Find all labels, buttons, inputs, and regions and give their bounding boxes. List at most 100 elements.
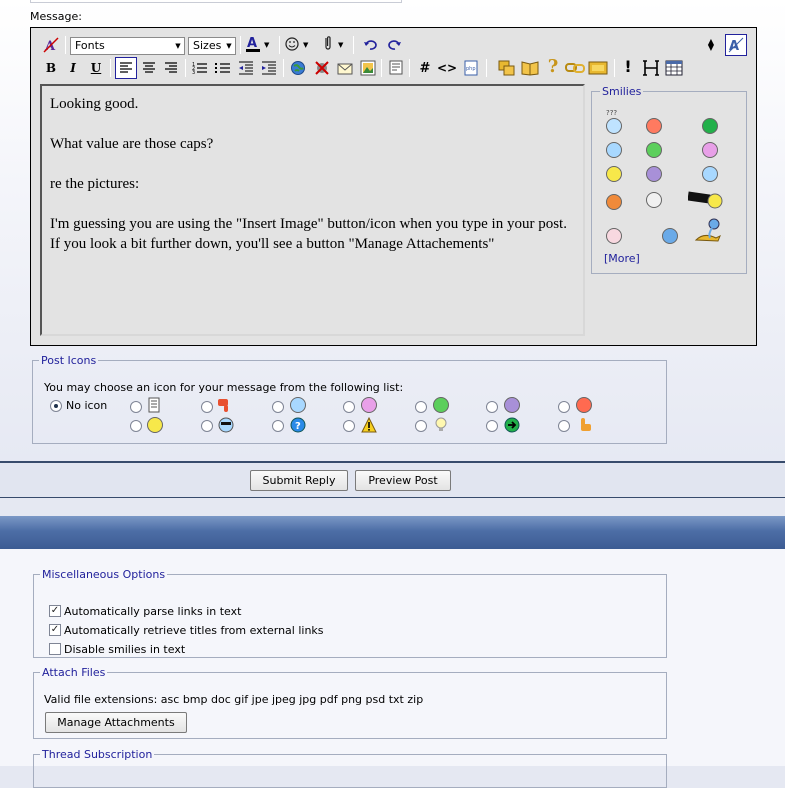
smilies-panel: Smilies ??? [More] (591, 85, 747, 274)
post-icon-radio[interactable] (486, 401, 498, 413)
post-icon-radio[interactable] (130, 401, 142, 413)
misc-options-legend: Miscellaneous Options (42, 568, 166, 581)
underline-button[interactable]: U (86, 58, 106, 78)
outdent-icon[interactable] (236, 58, 256, 78)
frame-icon[interactable] (588, 58, 608, 78)
confused-smilie-icon[interactable] (606, 118, 622, 134)
switch-editor-mode-icon[interactable]: A (725, 34, 747, 56)
insert-link-icon[interactable] (288, 58, 308, 78)
eek-smilie-icon[interactable] (646, 192, 662, 208)
message-line: I'm guessing you are using the "Insert I… (50, 216, 567, 252)
thread-subscription-panel: Thread Subscription (33, 748, 667, 788)
heading-icon[interactable] (641, 58, 661, 78)
tongue-icon (361, 397, 377, 413)
align-left-icon[interactable] (115, 57, 137, 79)
submit-reply-button[interactable]: Submit Reply (250, 470, 348, 491)
insert-image-icon[interactable] (358, 58, 378, 78)
chevron-down-icon: ▼ (226, 42, 232, 50)
post-icon-radio[interactable] (558, 420, 570, 432)
disable-smilies-checkbox[interactable] (49, 643, 61, 655)
manage-attachments-button[interactable]: Manage Attachments (45, 712, 187, 733)
message-textarea[interactable]: Looking good. What value are those caps?… (40, 84, 585, 336)
smile-smilie-icon[interactable] (606, 142, 622, 158)
toolbar-separator (283, 59, 284, 77)
php-code-icon[interactable]: php (461, 58, 481, 78)
parse-links-checkbox[interactable]: ✓ (49, 605, 61, 617)
align-center-icon[interactable] (139, 58, 159, 78)
message-editor: A Fonts ▼ Sizes ▼ A▼ ▼ ▼ ▲▼ A B I U (30, 27, 757, 346)
post-icon-radio[interactable] (415, 401, 427, 413)
post-icon-radio[interactable] (130, 420, 142, 432)
message-line: Looking good. (50, 96, 139, 112)
post-icons-instruction: You may choose an icon for your message … (44, 381, 404, 394)
smile-icon (147, 417, 163, 433)
quote-icon[interactable] (386, 58, 406, 78)
post-icon-radio[interactable] (558, 401, 570, 413)
smitten-smilie-icon[interactable] (606, 228, 622, 244)
sad-icon (504, 397, 520, 413)
ordered-list-icon[interactable]: 123 (190, 58, 210, 78)
happy-smilie-icon[interactable] (606, 166, 622, 182)
svg-text:?: ? (295, 421, 301, 432)
chain-link-icon[interactable] (565, 58, 585, 78)
resize-arrows-icon[interactable]: ▲ ▼ (705, 35, 717, 55)
help-question-icon[interactable]: ? (543, 57, 563, 77)
font-color-button[interactable]: A ▼ (244, 34, 274, 54)
post-icon-radio[interactable] (272, 401, 284, 413)
genie-smilie-icon[interactable] (694, 218, 724, 244)
code-hash-button[interactable]: # (415, 58, 435, 78)
bold-button[interactable]: B (41, 58, 61, 78)
evil-smilie-icon[interactable] (606, 194, 622, 210)
attach-files-panel: Attach Files Valid file extensions: asc … (33, 666, 667, 739)
sad-smilie-icon[interactable] (646, 166, 662, 182)
unordered-list-icon[interactable] (213, 58, 233, 78)
fonts-select[interactable]: Fonts ▼ (70, 37, 185, 55)
toolbar-separator (486, 59, 487, 77)
confused-marks: ??? (606, 109, 618, 117)
indent-icon[interactable] (259, 58, 279, 78)
insert-table-icon-gold[interactable] (497, 58, 517, 78)
title-input-bottom-edge[interactable] (30, 0, 402, 3)
section-header-band (0, 516, 785, 549)
smilies-legend: Smilies (602, 85, 642, 98)
attachment-button[interactable]: ▼ (318, 34, 348, 54)
camera-smilie-icon[interactable] (687, 190, 723, 210)
unlink-icon[interactable] (312, 58, 332, 78)
post-icon-radio[interactable] (272, 420, 284, 432)
mad-smilie-icon[interactable] (646, 118, 662, 134)
preview-post-button[interactable]: Preview Post (355, 470, 451, 491)
tongue-smilie-icon[interactable] (702, 142, 718, 158)
toolbar-separator (353, 36, 354, 54)
wink-icon (290, 397, 306, 413)
post-icon-radio[interactable] (343, 420, 355, 432)
angry-icon (576, 397, 592, 413)
retrieve-titles-checkbox[interactable]: ✓ (49, 624, 61, 636)
insert-smilie-button[interactable]: ▼ (283, 34, 313, 54)
post-icon-radio[interactable] (486, 420, 498, 432)
undo-icon[interactable] (361, 35, 381, 55)
redo-icon[interactable] (384, 35, 404, 55)
post-icon-radio[interactable] (415, 420, 427, 432)
insert-email-icon[interactable] (335, 58, 355, 78)
post-icon-radio[interactable] (343, 401, 355, 413)
post-icon-radio[interactable] (201, 420, 213, 432)
svg-text:3: 3 (192, 70, 195, 75)
roll-smilie-icon[interactable] (662, 228, 678, 244)
remove-format-icon[interactable]: A (41, 35, 61, 55)
wink-smilie-icon[interactable] (702, 166, 718, 182)
sizes-select[interactable]: Sizes ▼ (188, 37, 236, 55)
align-right-icon[interactable] (161, 58, 181, 78)
sizes-select-value: Sizes (193, 39, 222, 52)
html-code-button[interactable]: <> (437, 58, 457, 78)
table-icon[interactable] (664, 58, 684, 78)
no-icon-radio[interactable] (50, 400, 62, 412)
more-smilies-link[interactable]: [More] (604, 252, 640, 265)
post-icon-radio[interactable] (201, 401, 213, 413)
message-label: Message: (30, 10, 82, 23)
exclamation-icon[interactable]: ! (618, 57, 638, 77)
grin-smilie-icon[interactable] (646, 142, 662, 158)
alien-smilie-icon[interactable] (702, 118, 718, 134)
cool-sunglasses-icon (218, 417, 234, 433)
book-icon[interactable] (520, 58, 540, 78)
italic-button[interactable]: I (63, 58, 83, 78)
